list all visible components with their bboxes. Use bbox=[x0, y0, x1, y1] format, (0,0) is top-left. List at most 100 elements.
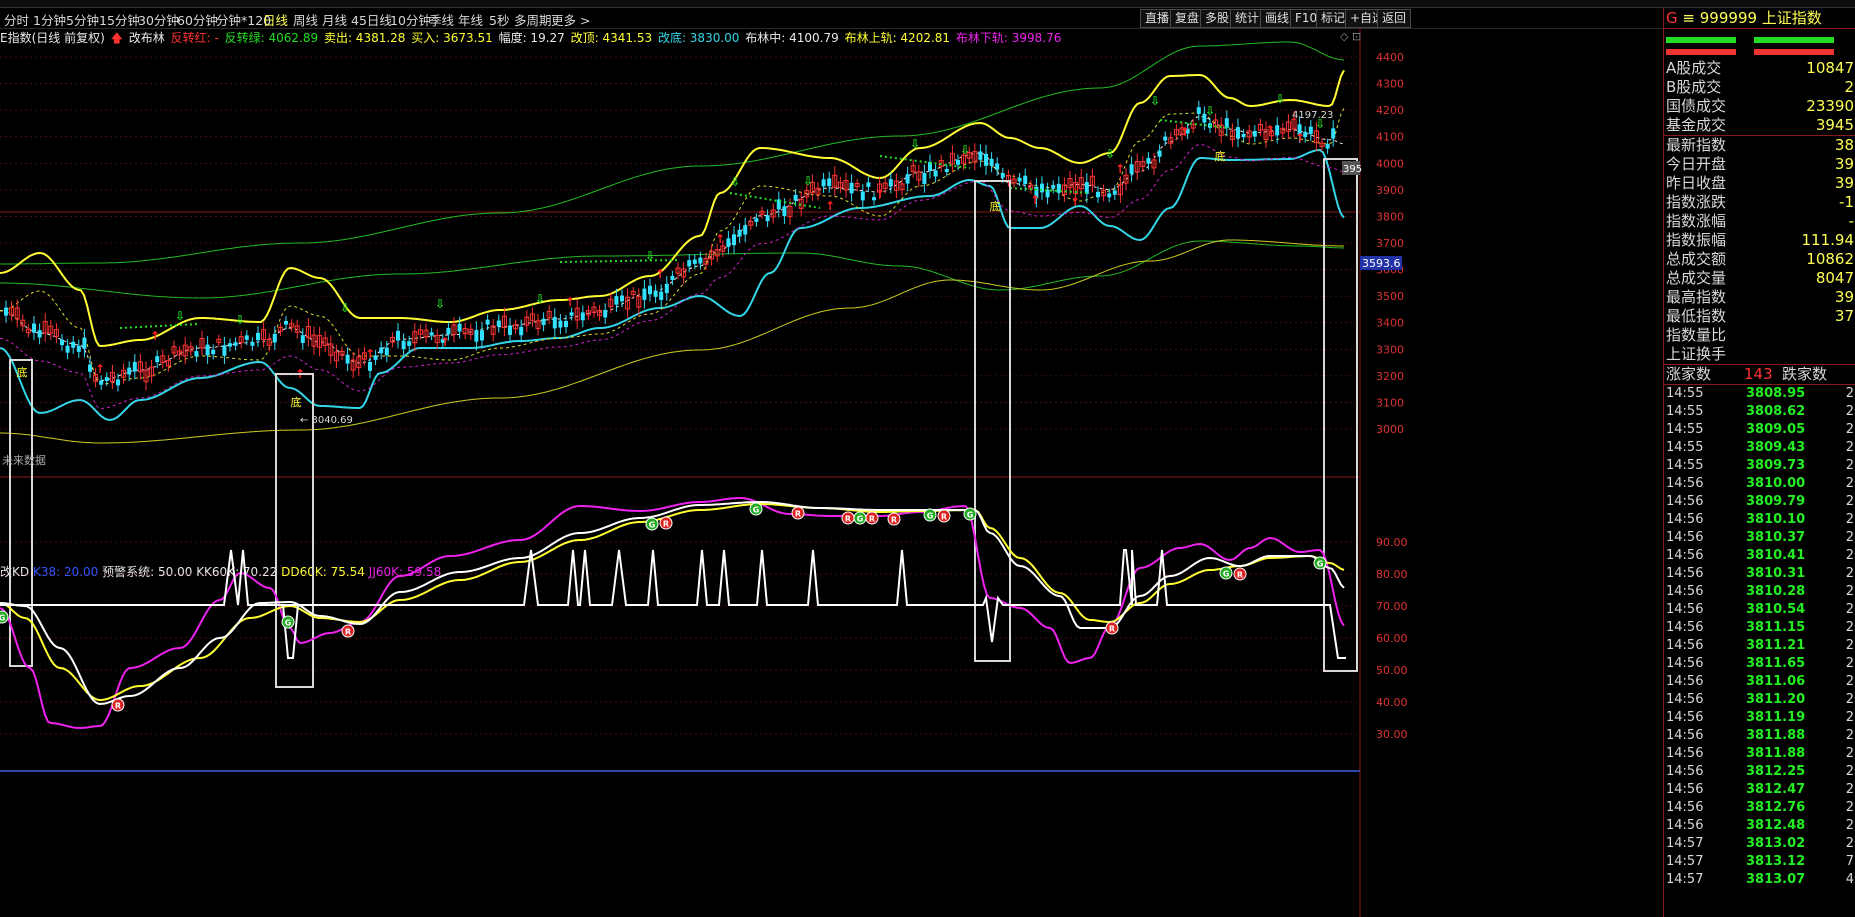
candle-body bbox=[944, 169, 949, 173]
stat-label: 最低指数 bbox=[1666, 307, 1727, 325]
tick-volume: 2 bbox=[1845, 404, 1854, 419]
red-up-arrow-icon: ↑ bbox=[1180, 125, 1190, 139]
green-down-arrow-icon: ⇩ bbox=[910, 137, 920, 151]
tick-time: 14:55 bbox=[1666, 440, 1704, 455]
tick-time: 14:56 bbox=[1666, 800, 1704, 815]
green-down-arrow-icon: ⇩ bbox=[730, 175, 740, 189]
stat-row: 指数涨跌 -1 bbox=[1664, 193, 1855, 212]
tick-volume: 2 bbox=[1845, 782, 1854, 797]
back-button[interactable]: 返回 bbox=[1377, 9, 1412, 28]
candle-body bbox=[1196, 107, 1201, 114]
tick-price: 3809.73 bbox=[1746, 458, 1806, 473]
tab-daily[interactable]: 日线 bbox=[263, 10, 288, 29]
candle-body bbox=[541, 318, 546, 326]
tick-price: 3811.88 bbox=[1746, 728, 1806, 743]
draw-line-button[interactable]: 画线 bbox=[1260, 9, 1295, 28]
tick-time: 14:55 bbox=[1666, 458, 1704, 473]
tick-row: 14:57 3813.07 4 bbox=[1664, 871, 1855, 889]
kd-axis-label: 60.00 bbox=[1376, 632, 1408, 645]
candle-body bbox=[860, 191, 865, 201]
tick-time: 14:56 bbox=[1666, 566, 1704, 581]
tab-15min[interactable]: 15分钟 bbox=[99, 10, 140, 29]
candle-body bbox=[726, 238, 731, 247]
candle-body bbox=[905, 174, 910, 184]
tick-time: 14:56 bbox=[1666, 674, 1704, 689]
tick-row: 14:56 3810.41 2 bbox=[1664, 547, 1855, 565]
tab-yearly[interactable]: 年线 bbox=[458, 10, 483, 29]
candle-body bbox=[989, 158, 994, 166]
tab-multi-period[interactable]: 多周期 bbox=[514, 10, 552, 29]
tick-price: 3809.43 bbox=[1746, 440, 1806, 455]
replay-button[interactable]: 复盘 bbox=[1170, 9, 1205, 28]
stat-label: 指数振幅 bbox=[1666, 231, 1727, 249]
stat-label: 上证换手 bbox=[1666, 345, 1727, 363]
kd-axis-label: 40.00 bbox=[1376, 696, 1408, 709]
tab-1min[interactable]: 1分钟 bbox=[33, 10, 66, 29]
tab-monthly[interactable]: 月线 bbox=[322, 10, 347, 29]
stat-value: 10847 bbox=[1806, 59, 1854, 77]
candle-body bbox=[1308, 126, 1313, 135]
tab-weekly[interactable]: 周线 bbox=[293, 10, 318, 29]
stat-label: 基金成交 bbox=[1666, 116, 1727, 134]
red-up-arrow-icon: ↑ bbox=[1115, 162, 1125, 176]
tick-volume: 2 bbox=[1845, 710, 1854, 725]
stat-label: B股成交 bbox=[1666, 78, 1722, 96]
statistics-button[interactable]: 统计 bbox=[1230, 9, 1265, 28]
stat-row: 最新指数 38 bbox=[1664, 136, 1855, 155]
tick-row: 14:56 3811.88 2 bbox=[1664, 727, 1855, 745]
stat-label: 昨日收盘 bbox=[1666, 174, 1727, 192]
candle-body bbox=[1224, 118, 1229, 128]
tick-time: 14:56 bbox=[1666, 728, 1704, 743]
price-axis-label: 3800 bbox=[1376, 210, 1404, 223]
signal-letter: G bbox=[857, 515, 864, 524]
price-axis-label: 3700 bbox=[1376, 237, 1404, 250]
high-price-label: 4197.23 bbox=[1292, 110, 1333, 121]
tick-row: 14:56 3811.19 2 bbox=[1664, 709, 1855, 727]
tab-60min[interactable]: 60分钟 bbox=[177, 10, 218, 29]
stat-label: A股成交 bbox=[1666, 59, 1722, 77]
tick-time: 14:56 bbox=[1666, 782, 1704, 797]
tab-30min[interactable]: 30分钟 bbox=[138, 10, 179, 29]
tick-price: 3810.10 bbox=[1746, 512, 1806, 527]
red-up-arrow-icon: ↑ bbox=[655, 267, 665, 281]
tick-volume: 2 bbox=[1845, 440, 1854, 455]
kline-chart-area[interactable]: 4400430042004100400039003800370036003500… bbox=[0, 28, 1663, 917]
tick-volume: 2 bbox=[1845, 530, 1854, 545]
stat-label: 国债成交 bbox=[1666, 97, 1727, 115]
candle-body bbox=[648, 285, 652, 295]
candle-body bbox=[396, 330, 400, 341]
candle-body bbox=[244, 335, 249, 340]
tick-volume: 2 bbox=[1845, 656, 1854, 671]
tick-list[interactable]: 14:55 3808.95 2 14:55 3808.62 2 14:55 3809.05 2 1… bbox=[1664, 385, 1855, 889]
tick-volume: 2 bbox=[1845, 836, 1854, 851]
stat-value: 39 bbox=[1834, 288, 1854, 306]
tab-5sec[interactable]: 5秒 bbox=[489, 10, 509, 29]
tick-time: 14:56 bbox=[1666, 692, 1704, 707]
green-down-arrow-icon: ⇩ bbox=[1275, 92, 1285, 106]
tick-time: 14:57 bbox=[1666, 854, 1704, 869]
price-axis-label: 4400 bbox=[1376, 51, 1404, 64]
live-button[interactable]: 直播 bbox=[1140, 9, 1175, 28]
red-up-arrow-icon: ↑ bbox=[1070, 195, 1080, 209]
signal-letter: G bbox=[967, 511, 974, 520]
candle-body bbox=[827, 178, 832, 187]
tick-volume: 2 bbox=[1845, 692, 1854, 707]
tab-45day[interactable]: 45日线 bbox=[351, 10, 392, 29]
tab-5min[interactable]: 5分钟 bbox=[66, 10, 99, 29]
green-down-arrow-icon: ⇩ bbox=[1150, 94, 1160, 108]
candle-body bbox=[984, 153, 988, 166]
candle-body bbox=[132, 361, 137, 372]
multi-stock-button[interactable]: 多股 bbox=[1200, 9, 1235, 28]
candle-body bbox=[737, 229, 742, 237]
tick-price: 3811.88 bbox=[1746, 746, 1806, 761]
tab-10min[interactable]: 10分钟 bbox=[390, 10, 431, 29]
candle-body bbox=[1000, 173, 1005, 178]
tick-time: 14:56 bbox=[1666, 602, 1704, 617]
tab-intraday[interactable]: 分时 bbox=[4, 10, 29, 29]
red-up-arrow-icon: ↑ bbox=[1030, 193, 1040, 207]
tick-row: 14:55 3808.62 2 bbox=[1664, 403, 1855, 421]
tab-more[interactable]: 更多 > bbox=[551, 10, 590, 29]
window-title-strip bbox=[0, 0, 1855, 8]
tab-quarterly[interactable]: 季线 bbox=[429, 10, 454, 29]
stat-value: 8047 bbox=[1815, 269, 1854, 287]
